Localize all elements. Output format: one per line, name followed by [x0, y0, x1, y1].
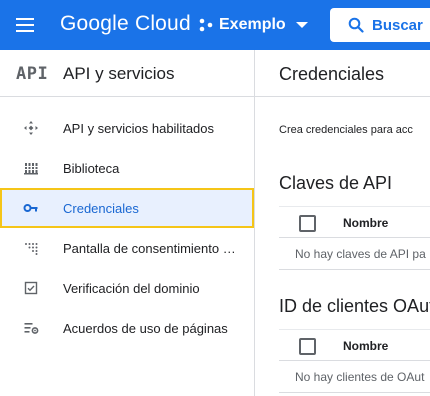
select-all-checkbox[interactable] [299, 215, 316, 232]
sidebar-item-label: API y servicios habilitados [63, 120, 215, 136]
main-content: Credenciales Crea credenciales para acc … [255, 50, 430, 396]
sidebar-item-library[interactable]: Biblioteca [0, 148, 254, 188]
sidebar: API API y servicios API y servicios habi… [0, 50, 255, 396]
sidebar-item-label: Credenciales [63, 200, 139, 216]
check-box-icon [24, 281, 38, 295]
sidebar-item-label: Pantalla de consentimiento … [63, 240, 236, 256]
consent-icon [25, 243, 38, 255]
sidebar-item-credentials[interactable]: Credenciales [0, 188, 254, 228]
column-header-name[interactable]: Nombre [343, 216, 388, 230]
sidebar-item-label: Acuerdos de uso de páginas [63, 320, 228, 336]
page-title: Credenciales [279, 64, 385, 84]
oauth-clients-title: ID de clientes OAut [279, 296, 430, 316]
intro-text: Crea credenciales para acc [279, 124, 413, 136]
sidebar-header: API API y servicios [0, 50, 254, 97]
sidebar-item-domain-verification[interactable]: Verificación del dominio [0, 268, 254, 308]
main-header: Credenciales [255, 50, 430, 97]
api-keys-title: Claves de API [279, 173, 393, 193]
sidebar-item-page-usage-agreements[interactable]: Acuerdos de uso de páginas [0, 308, 254, 348]
hamburger-menu-icon[interactable] [14, 14, 36, 36]
key-icon [23, 204, 38, 212]
brand-logo[interactable]: Google Cloud [60, 12, 191, 36]
sidebar-item-label: Verificación del dominio [63, 280, 200, 296]
sidebar-nav: API y servicios habilitados Biblioteca C… [0, 108, 254, 348]
api-logo-icon: API [16, 64, 49, 84]
sidebar-item-label: Biblioteca [63, 160, 120, 176]
project-selector[interactable]: Exemplo [199, 12, 308, 38]
sidebar-title: API y servicios [63, 64, 175, 83]
search-label: Buscar [372, 16, 423, 34]
oauth-table-header: Nombre [279, 329, 430, 361]
api-keys-empty-row: No hay claves de API pa [279, 238, 430, 270]
chevron-down-icon [295, 22, 308, 28]
library-icon [24, 163, 38, 175]
sidebar-item-enabled-apis[interactable]: API y servicios habilitados [0, 108, 254, 148]
oauth-empty-row: No hay clientes de OAut [279, 361, 430, 393]
api-keys-table-header: Nombre [279, 206, 430, 238]
empty-state-text: No hay claves de API pa [295, 247, 426, 261]
hub-icon [24, 121, 38, 135]
project-hub-icon [199, 18, 213, 32]
search-button[interactable]: Buscar [330, 8, 430, 42]
select-all-checkbox[interactable] [299, 338, 316, 355]
column-header-name[interactable]: Nombre [343, 339, 388, 353]
settings-list-icon [24, 323, 39, 334]
search-icon [348, 17, 364, 33]
sidebar-item-consent-screen[interactable]: Pantalla de consentimiento … [0, 228, 254, 268]
project-name: Exemplo [219, 16, 286, 33]
empty-state-text: No hay clientes de OAut [295, 370, 425, 384]
top-app-bar: Google Cloud Exemplo Buscar [0, 0, 430, 50]
